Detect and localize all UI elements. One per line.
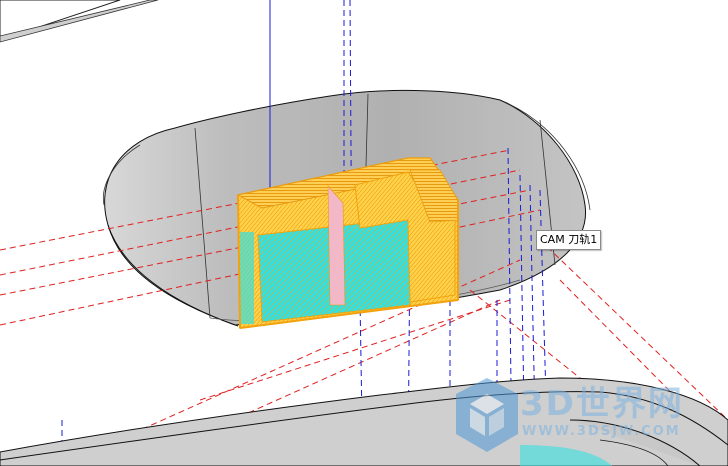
- cam-3d-viewport[interactable]: 3D世界网 WWW.3DSJW.COM CAM 刀轨1: [0, 0, 728, 466]
- part-face-top: [0, 0, 159, 43]
- toolpath-tooltip: CAM 刀轨1: [536, 230, 602, 250]
- part-face-bottom: [0, 377, 728, 466]
- toolpath-scene[interactable]: [0, 0, 728, 466]
